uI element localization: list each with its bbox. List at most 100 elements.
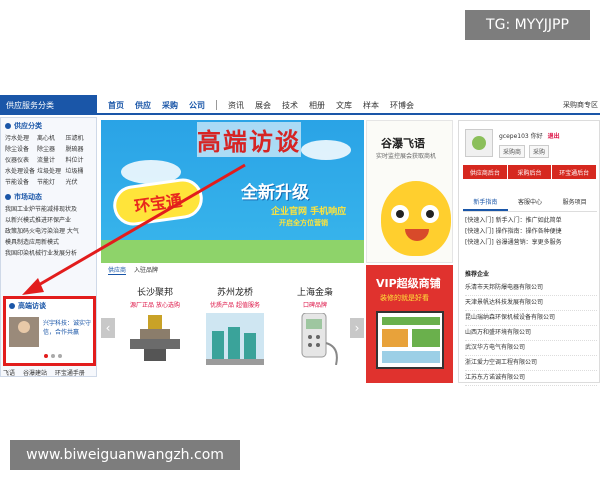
category-link[interactable]: 料位计 — [66, 155, 93, 164]
product-card[interactable]: 上海金枭 口碑品牌 — [275, 285, 355, 369]
nav-samples[interactable]: 样本 — [363, 100, 379, 111]
interview-box[interactable]: 高端访谈 兴宇科技：诚实守信，合作共赢 — [3, 296, 96, 366]
mascot-eye — [391, 205, 409, 223]
product-tag: 优质产品 超值服务 — [210, 302, 260, 309]
market-news: 市场动态 我国工业炉节能减排现状及 以新兴模式推进环保产业 政策加码火电污染治理… — [1, 189, 96, 262]
nav-eco-expo[interactable]: 环博会 — [390, 100, 414, 111]
news-link[interactable]: 政策加码火电污染治理 大气 — [5, 226, 92, 237]
category-link[interactable]: 离心机 — [37, 133, 63, 142]
carousel-dot[interactable] — [58, 354, 62, 358]
purchase-button[interactable]: 采购 — [529, 145, 550, 158]
mascot-image — [381, 181, 451, 256]
mascot-mouth — [405, 229, 429, 241]
avatar[interactable] — [465, 129, 493, 157]
category-link[interactable]: 光伏 — [66, 177, 93, 186]
product-carousel: ‹ 长沙聚邦 源厂正品 放心选购 苏州龙桥 优质产品 超值服务 上海金枭 口碑品… — [101, 283, 364, 383]
greeting: 你好 — [530, 133, 543, 140]
recommended-list: 乐清市天邦防爆电器有限公司 天津景帆达科技发展有限公司 昆山瑞纳森环保机械设备有… — [465, 281, 597, 386]
meter-image — [301, 312, 338, 366]
sidebar-footer-links: 飞语 谷瀑建站 环宝通手册 — [3, 368, 91, 377]
news-link[interactable]: 我国印染机械行业发展分析 — [5, 248, 92, 259]
nav-purchase[interactable]: 采购 — [162, 100, 178, 111]
interview-photo[interactable] — [9, 317, 39, 347]
category-link[interactable]: 垃圾处理 — [37, 166, 63, 175]
category-link[interactable]: 流量计 — [37, 155, 63, 164]
nav-supply[interactable]: 供应 — [135, 100, 151, 111]
carousel-dot[interactable] — [44, 354, 48, 358]
category-header[interactable]: 供应服务分类 — [0, 95, 97, 115]
tab-suppliers[interactable]: 供应商 — [108, 267, 127, 275]
product-name: 苏州龙桥 — [216, 288, 253, 298]
factory-image — [206, 313, 264, 365]
guide-link[interactable]: [快速入门] 操作指南：操作各种便捷 — [465, 226, 597, 237]
tab-brands[interactable]: 入驻品牌 — [134, 267, 158, 274]
supply-categories: 供应分类 污水处理 离心机 压滤机 除尘设备 除尘器 脱硫器 仪器仪表 流量计 … — [1, 118, 96, 189]
category-link[interactable]: 节能设备 — [5, 177, 35, 186]
ad-subtitle: 实时监控展会获取商机 — [376, 153, 437, 160]
news-link[interactable]: 以新兴模式推进环保产业 — [5, 215, 92, 226]
nav-album[interactable]: 相册 — [309, 100, 325, 111]
buyer-zone-link[interactable]: 采购商专区 — [563, 95, 598, 115]
nav-company[interactable]: 公司 — [189, 100, 205, 111]
backend-actions: 供应商后台 采购后台 环宝通后台 — [463, 165, 597, 179]
prev-arrow-icon[interactable]: ‹ — [101, 318, 115, 338]
company-link[interactable]: 天津景帆达科技发展有限公司 — [465, 296, 597, 311]
nav-news[interactable]: 资讯 — [228, 100, 244, 111]
product-card[interactable]: 苏州龙桥 优质产品 超值服务 — [195, 285, 275, 369]
category-link[interactable]: 水处理设备 — [5, 166, 35, 175]
help-tabs: 新手指南 客服中心 服务项目 — [463, 197, 597, 212]
carousel-dot[interactable] — [51, 354, 55, 358]
category-link[interactable]: 除尘设备 — [5, 144, 35, 153]
nav-library[interactable]: 文库 — [336, 100, 352, 111]
banner-tagline: 开启全方位营销 — [279, 219, 328, 227]
footer-link[interactable]: 飞语 — [3, 370, 15, 377]
feiyu-ad[interactable]: 谷瀑飞语 实时监控展会获取商机 — [366, 120, 453, 263]
buyer-button[interactable]: 采购商 — [499, 145, 526, 158]
category-link[interactable]: 节能灯 — [37, 177, 63, 186]
logout-link[interactable]: 退出 — [548, 133, 560, 140]
banner-brand: 环宝通 — [110, 175, 206, 229]
interview-title: 高端访谈 — [9, 301, 90, 311]
supply-categories-title: 供应分类 — [5, 121, 92, 131]
supplier-backend-button[interactable]: 供应商后台 — [463, 165, 507, 179]
guide-link[interactable]: [快速入门] 谷瀑通营销：享更多服务 — [465, 237, 597, 248]
category-grid: 污水处理 离心机 压滤机 除尘设备 除尘器 脱硫器 仪器仪表 流量计 料位计 水… — [5, 133, 92, 186]
category-link[interactable]: 除尘器 — [37, 144, 63, 153]
nav-expo[interactable]: 展会 — [255, 100, 271, 111]
vip-shop-ad[interactable]: VIP超级商铺 装修的就是好看 — [366, 265, 453, 383]
company-link[interactable]: 浙江爱力空调工程有限公司 — [465, 356, 597, 371]
product-name: 长沙聚邦 — [136, 288, 173, 298]
category-link[interactable]: 污水处理 — [5, 133, 35, 142]
guide-link[interactable]: [快速入门] 新手入门：推广如此简单 — [465, 215, 597, 226]
nav-tech[interactable]: 技术 — [282, 100, 298, 111]
section-title: 市场动态 — [14, 193, 42, 201]
news-link[interactable]: 我国工业炉节能减排现状及 — [5, 204, 92, 215]
interview-text[interactable]: 兴宇科技：诚实守信，合作共赢 — [43, 319, 93, 337]
company-link[interactable]: 乐清市天邦防爆电器有限公司 — [465, 281, 597, 296]
category-link[interactable]: 脱硫器 — [66, 144, 93, 153]
company-link[interactable]: 江苏东方诺诚有限公司 — [465, 371, 597, 386]
footer-link[interactable]: 环宝通手册 — [55, 370, 85, 377]
tab-service[interactable]: 客服中心 — [508, 197, 553, 211]
next-arrow-icon[interactable]: › — [350, 318, 364, 338]
nav-home[interactable]: 首页 — [108, 100, 124, 111]
company-link[interactable]: 昆山瑞纳森环保机械设备有限公司 — [465, 311, 597, 326]
banner-subheadline: 企业官网 手机响应 — [271, 207, 347, 217]
company-link[interactable]: 山西万和盛环境有限公司 — [465, 326, 597, 341]
purchase-backend-button[interactable]: 采购后台 — [507, 165, 552, 179]
mascot-eye — [421, 205, 439, 223]
eco-backend-button[interactable]: 环宝通后台 — [552, 165, 597, 179]
footer-link[interactable]: 谷瀑建站 — [23, 370, 47, 377]
product-name: 上海金枭 — [296, 288, 333, 298]
company-link[interactable]: 武汉华方电气有限公司 — [465, 341, 597, 356]
tab-projects[interactable]: 服务项目 — [552, 197, 597, 211]
tab-guide[interactable]: 新手指南 — [463, 197, 508, 211]
main-banner[interactable]: 环宝通 全新升级 企业官网 手机响应 开启全方位营销 高端访谈 — [101, 120, 364, 263]
category-link[interactable]: 仪器仪表 — [5, 155, 35, 164]
product-tag: 源厂正品 放心选购 — [130, 302, 180, 309]
category-link[interactable]: 垃圾桶 — [66, 166, 93, 175]
news-link[interactable]: 模具制造应用新模式 — [5, 237, 92, 248]
category-link[interactable]: 压滤机 — [66, 133, 93, 142]
product-card[interactable]: 长沙聚邦 源厂正品 放心选购 — [115, 285, 195, 369]
username: gcepe103 — [499, 133, 529, 140]
